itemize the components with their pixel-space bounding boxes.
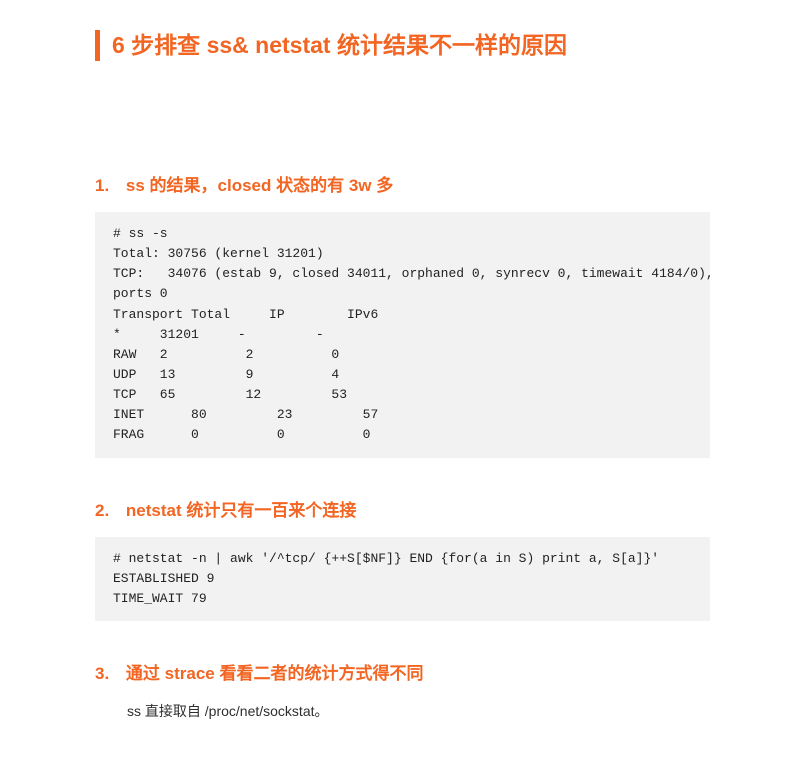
code-block-1: # ss -s Total: 30756 (kernel 31201) TCP:…: [95, 212, 710, 458]
section-2-num: 2.: [95, 501, 109, 520]
section-3-heading: 3. 通过 strace 看看二者的统计方式得不同: [95, 659, 710, 684]
section-2-title: netstat 统计只有一百来个连接: [121, 501, 356, 520]
page-title: 6 步排查 ss& netstat 统计结果不一样的原因: [95, 30, 710, 61]
section-1-heading: 1. ss 的结果，closed 状态的有 3w 多: [95, 171, 710, 196]
section-1: 1. ss 的结果，closed 状态的有 3w 多 # ss -s Total…: [95, 171, 710, 458]
section-2-heading: 2. netstat 统计只有一百来个连接: [95, 496, 710, 521]
section-3-num: 3.: [95, 664, 109, 683]
section-3: 3. 通过 strace 看看二者的统计方式得不同 ss 直接取自 /proc/…: [95, 659, 710, 722]
section-2: 2. netstat 统计只有一百来个连接 # netstat -n | awk…: [95, 496, 710, 621]
section-1-num: 1.: [95, 176, 109, 195]
section-3-body: ss 直接取自 /proc/net/sockstat。: [127, 700, 710, 722]
section-1-title: ss 的结果，closed 状态的有 3w 多: [121, 176, 393, 195]
section-3-title: 通过 strace 看看二者的统计方式得不同: [121, 664, 423, 683]
code-block-2: # netstat -n | awk '/^tcp/ {++S[$NF]} EN…: [95, 537, 710, 621]
